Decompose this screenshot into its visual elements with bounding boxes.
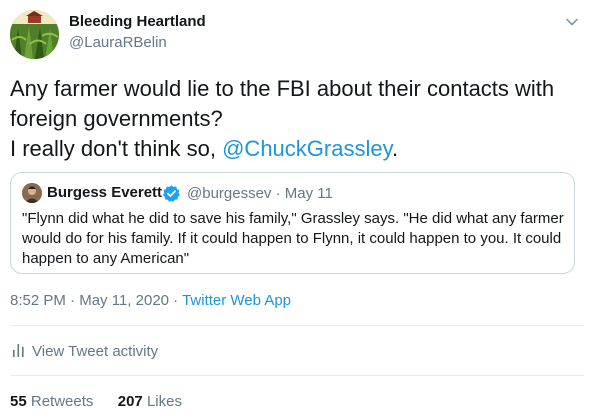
chevron-down-icon[interactable] xyxy=(562,12,582,32)
tweet-text-end: . xyxy=(391,136,399,161)
view-activity-link[interactable]: View Tweet activity xyxy=(12,343,158,360)
meta-separator: · xyxy=(275,185,281,202)
author-handle[interactable]: @LauraRBelin xyxy=(69,34,167,51)
tweet-text-line2: I really don't think so, xyxy=(10,136,223,161)
tweet-timestamp-row: 8:52 PM · May 11, 2020 · Twitter Web App xyxy=(10,292,291,309)
likes-stat[interactable]: 207 Likes xyxy=(118,393,182,410)
author-name[interactable]: Bleeding Heartland xyxy=(69,13,206,30)
verified-badge-icon xyxy=(162,184,181,203)
divider xyxy=(10,325,584,326)
bar-chart-icon xyxy=(12,343,26,357)
quoted-author-avatar xyxy=(22,183,42,203)
tweet-source-app[interactable]: Twitter Web App xyxy=(182,292,291,309)
divider xyxy=(10,375,584,376)
quoted-date: May 11 xyxy=(284,185,333,202)
quoted-text: "Flynn did what he did to save his famil… xyxy=(22,210,564,267)
likes-label: Likes xyxy=(146,393,182,410)
meta-separator: · xyxy=(70,292,76,309)
mention-link[interactable]: @ChuckGrassley xyxy=(222,136,392,161)
tweet-text-line1: Any farmer would lie to the FBI about th… xyxy=(10,76,555,131)
retweets-label: Retweets xyxy=(30,393,94,410)
engagement-stats: 55 Retweets 207 Likes xyxy=(10,393,182,410)
view-activity-label: View Tweet activity xyxy=(32,343,159,360)
likes-count: 207 xyxy=(117,393,143,410)
quoted-author-meta: @burgessev · May 11 xyxy=(187,185,333,202)
tweet-time[interactable]: 8:52 PM xyxy=(10,292,66,309)
tweet-date[interactable]: May 11, 2020 xyxy=(79,292,169,309)
retweets-count: 55 xyxy=(10,393,27,410)
meta-separator: · xyxy=(173,292,179,309)
tweet-text: Any farmer would lie to the FBI about th… xyxy=(10,74,582,164)
quoted-author-name: Burgess Everett xyxy=(47,184,163,201)
retweets-stat[interactable]: 55 Retweets xyxy=(10,393,93,410)
quoted-tweet[interactable]: Burgess Everett @burgessev · May 11 "Fly… xyxy=(10,172,575,274)
quoted-author-handle: @burgessev xyxy=(187,185,272,202)
author-avatar[interactable] xyxy=(10,10,59,59)
